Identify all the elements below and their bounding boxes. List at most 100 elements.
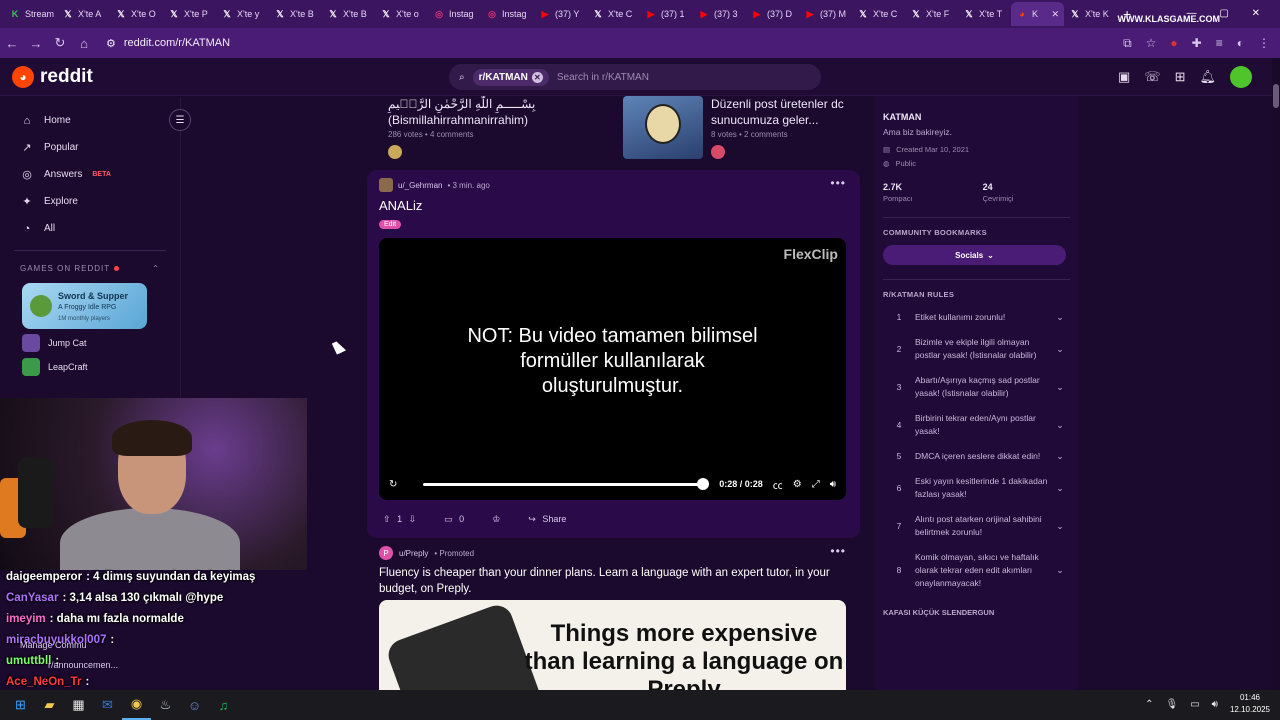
store-icon[interactable]: ▦	[64, 690, 93, 720]
window-controls[interactable]: — ▢ ✕	[1187, 8, 1270, 19]
browser-tab[interactable]: 𝕏 X'te A	[57, 2, 110, 26]
user-avatar[interactable]	[1230, 66, 1252, 88]
site-info-icon[interactable]: ⚙	[106, 37, 116, 50]
browser-tab[interactable]: 𝕏 X'te C	[852, 2, 905, 26]
post-username[interactable]: u/_Gehrman	[398, 181, 442, 190]
chevron-down-icon[interactable]: ⌄	[1050, 482, 1070, 495]
windows-start-icon[interactable]: ⊞	[6, 690, 35, 720]
menu-icon[interactable]: ⋮	[1258, 36, 1270, 51]
chevron-down-icon[interactable]: ⌄	[1050, 419, 1070, 432]
replay-icon[interactable]: ↻	[389, 479, 397, 490]
award-icon[interactable]: ♔	[492, 514, 500, 525]
browser-tab[interactable]: 𝕏 X'te C	[587, 2, 640, 26]
chevron-down-icon[interactable]: ⌄	[1050, 564, 1070, 577]
promo-image[interactable]: Things more expensive than learning a la…	[379, 600, 846, 690]
post-flair[interactable]: Edit	[379, 220, 402, 229]
downvote-icon[interactable]: ⇩	[409, 514, 417, 524]
volume-tray-icon[interactable]: 🔊︎	[1212, 699, 1218, 710]
game-item[interactable]: LeapCraft	[22, 357, 180, 377]
rule-item[interactable]: 2 Bizimle ve ekiple ilgili olmayan postla…	[883, 330, 1070, 368]
chrome-icon[interactable]: ◉	[122, 690, 151, 720]
file-explorer-icon[interactable]: ▰	[35, 690, 64, 720]
previous-post-right[interactable]: Düzenli post üretenler dc sunucumuza gel…	[711, 96, 851, 159]
extensions-icon[interactable]: ✚	[1192, 36, 1202, 51]
video-progress-bar[interactable]	[423, 477, 710, 490]
profile-icon[interactable]: ◐	[1237, 36, 1244, 51]
browser-tab[interactable]: 𝕏 X'te o	[375, 2, 428, 26]
preply-avatar[interactable]: P	[379, 546, 393, 560]
collapse-sidebar-icon[interactable]: ☰	[169, 109, 191, 131]
socials-button[interactable]: Socials ⌄	[883, 245, 1066, 265]
video-player[interactable]: FlexClip NOT: Bu video tamamen bilimsel …	[379, 238, 846, 500]
url-field[interactable]: ⚙ reddit.com/r/KATMAN	[106, 32, 1123, 54]
upvote-icon[interactable]: ⇧	[383, 514, 391, 524]
rule-item[interactable]: 3 Abartı/Aşırıya kaçmış sad postlar yasak…	[883, 368, 1070, 406]
back-icon[interactable]: ←	[0, 36, 24, 51]
bookmark-star-icon[interactable]: ☆	[1146, 36, 1157, 51]
extension-record-icon[interactable]: ●	[1170, 36, 1177, 51]
sidebar-item-explore[interactable]: ✦ Explore	[20, 188, 180, 215]
post-more-icon[interactable]: •••	[830, 176, 846, 190]
chevron-down-icon[interactable]: ⌄	[1050, 520, 1070, 533]
promo-username[interactable]: u/Preply	[399, 549, 428, 558]
rule-item[interactable]: 5 DMCA içeren seslere dikkat edin! ⌄	[883, 444, 1070, 469]
browser-tab[interactable]: ◕ K ✕	[1011, 2, 1064, 26]
reload-icon[interactable]: ↻	[48, 35, 72, 51]
sidebar-item-popular[interactable]: ↗ Popular	[20, 134, 180, 161]
browser-tab[interactable]: ▶ (37) M	[799, 2, 852, 26]
fullscreen-icon[interactable]: ⤢	[812, 479, 820, 490]
browser-tab[interactable]: ◎ Instag	[481, 2, 534, 26]
reading-list-icon[interactable]: ≡	[1216, 36, 1223, 51]
discord-icon[interactable]: ☺	[180, 690, 209, 720]
chat-icon[interactable]: ☏	[1144, 69, 1160, 85]
games-header[interactable]: GAMES ON REDDIT ⌃	[0, 259, 180, 277]
close-tab-icon[interactable]: ✕	[1051, 9, 1059, 20]
browser-tab[interactable]: 𝕏 X'te F	[905, 2, 958, 26]
sidebar-item-all[interactable]: ◔ All	[20, 215, 180, 242]
home-browser-icon[interactable]: ⌂	[72, 36, 96, 51]
network-icon[interactable]: ▭	[1190, 699, 1199, 710]
featured-game-card[interactable]: Sword & Supper A Froggy Idle RPG 1M mont…	[22, 283, 147, 329]
volume-icon[interactable]: 🔊︎	[830, 479, 836, 490]
browser-tab[interactable]: ▶ (37) Y	[534, 2, 587, 26]
tray-chevron-icon[interactable]: ⌃	[1145, 699, 1153, 710]
page-scrollbar[interactable]	[1272, 58, 1280, 690]
browser-tab[interactable]: ▶ (37) D	[746, 2, 799, 26]
chevron-up-icon[interactable]: ⌃	[152, 264, 160, 273]
share-button[interactable]: ↪ Share	[528, 514, 566, 525]
chevron-down-icon[interactable]: ⌄	[1050, 311, 1070, 324]
browser-tab[interactable]: 𝕏 X'te O	[110, 2, 163, 26]
prev-right-thumbnail[interactable]	[623, 96, 703, 159]
rule-item[interactable]: 1 Etiket kullanımı zorunlu! ⌄	[883, 305, 1070, 330]
browser-tab[interactable]: K Stream	[4, 2, 57, 26]
browser-tab[interactable]: ◎ Instag	[428, 2, 481, 26]
sidebar-item-answers[interactable]: ◎ Answers BETA	[20, 161, 180, 188]
reddit-logo[interactable]: ◕ reddit	[12, 65, 93, 88]
rule-item[interactable]: 7 Alıntı post atarken orijinal sahibini b…	[883, 507, 1070, 545]
clear-chip-icon[interactable]: ✕	[531, 71, 543, 83]
browser-tab[interactable]: ▶ (37) 3	[693, 2, 746, 26]
search-bar[interactable]: ⌕ r/KATMAN ✕ Search in r/KATMAN	[449, 64, 821, 90]
post-user-avatar[interactable]	[379, 178, 393, 192]
spotify-icon[interactable]: ♫	[209, 690, 238, 720]
rule-item[interactable]: 6 Eski yayın kesitlerinde 1 dakikadan faz…	[883, 469, 1070, 507]
browser-tab[interactable]: ▶ (37) 1	[640, 2, 693, 26]
create-post-icon[interactable]: ⊞	[1175, 69, 1186, 85]
steam-icon[interactable]: ♨	[151, 690, 180, 720]
chevron-down-icon[interactable]: ⌄	[1050, 381, 1070, 394]
browser-tab[interactable]: 𝕏 X'te K	[1064, 2, 1117, 26]
chevron-down-icon[interactable]: ⌄	[1050, 343, 1070, 356]
browser-tab[interactable]: 𝕏 X'te B	[269, 2, 322, 26]
settings-gear-icon[interactable]: ⚙	[793, 479, 802, 490]
game-item[interactable]: Jump Cat	[22, 333, 180, 353]
advertise-icon[interactable]: ▣	[1118, 69, 1130, 85]
rule-item[interactable]: 8 Komik olmayan, sıkıcı ve haftalık olara…	[883, 545, 1070, 596]
browser-tab[interactable]: 𝕏 X'te P	[163, 2, 216, 26]
promo-title[interactable]: Fluency is cheaper than your dinner plan…	[379, 565, 849, 597]
system-clock[interactable]: 01:46 12.10.2025	[1230, 692, 1270, 716]
rule-item[interactable]: 4 Birbirini tekrar eden/Aynı postlar yasa…	[883, 406, 1070, 444]
post-card[interactable]: u/_Gehrman • 3 min. ago ••• ANALiz Edit …	[367, 170, 860, 538]
previous-post-left[interactable]: بِسْـــــمِ اللّٰهِ الرَّحْمٰنِ الرَّح۪ي…	[388, 96, 618, 159]
comments-button[interactable]: ▭ 0	[444, 514, 464, 525]
forward-icon[interactable]: →	[24, 36, 48, 51]
